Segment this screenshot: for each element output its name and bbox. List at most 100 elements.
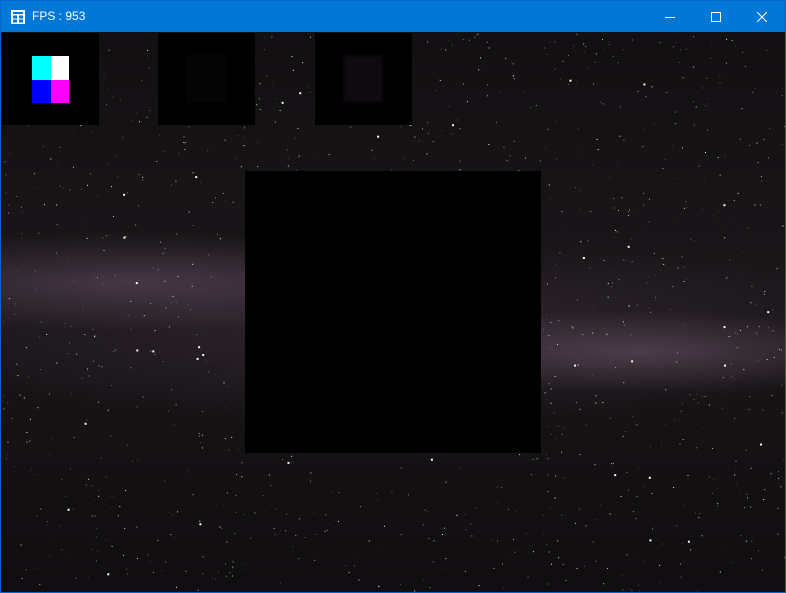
star <box>377 135 380 138</box>
star <box>148 67 150 69</box>
star <box>456 119 458 121</box>
star <box>683 266 685 268</box>
star <box>644 486 646 487</box>
star <box>204 265 206 266</box>
star <box>60 263 62 264</box>
star <box>424 509 426 511</box>
star <box>616 165 618 167</box>
star <box>731 319 733 321</box>
star <box>655 299 657 301</box>
star <box>250 537 252 539</box>
star <box>16 196 18 197</box>
star <box>693 66 695 68</box>
star <box>64 323 66 325</box>
star <box>772 330 774 332</box>
star <box>183 136 185 138</box>
star <box>544 148 546 150</box>
maximize-button[interactable] <box>693 1 739 32</box>
star <box>484 69 486 71</box>
star <box>546 544 548 546</box>
star <box>465 529 467 531</box>
star <box>237 448 239 450</box>
star <box>480 57 482 59</box>
star <box>728 336 730 337</box>
star <box>107 89 109 91</box>
star <box>513 78 515 80</box>
star <box>570 583 572 584</box>
window-controls <box>647 1 785 32</box>
star <box>11 418 13 419</box>
star <box>304 537 306 539</box>
star <box>682 147 684 149</box>
app-window-icon[interactable] <box>10 9 26 25</box>
star <box>96 528 98 530</box>
minimize-button[interactable] <box>647 1 693 32</box>
star <box>708 404 710 406</box>
star <box>34 135 36 137</box>
star <box>733 200 735 201</box>
star <box>607 568 609 569</box>
star <box>628 211 630 213</box>
star <box>722 377 724 379</box>
star <box>581 151 583 153</box>
star <box>177 511 178 513</box>
star <box>432 141 434 143</box>
star <box>173 536 175 538</box>
star <box>548 184 550 186</box>
star <box>154 354 156 356</box>
star <box>285 530 287 532</box>
star <box>441 130 443 132</box>
star <box>725 62 727 64</box>
title-bar[interactable]: FPS : 953 <box>1 1 785 32</box>
star <box>440 48 442 50</box>
star <box>687 540 690 543</box>
star <box>316 156 318 158</box>
star <box>462 39 464 40</box>
star <box>176 586 177 588</box>
star <box>475 34 477 36</box>
star <box>188 470 190 472</box>
star <box>87 368 88 370</box>
star <box>84 291 86 293</box>
star <box>497 501 499 503</box>
star <box>217 505 219 507</box>
star <box>272 82 274 84</box>
star <box>609 268 611 270</box>
star <box>666 92 668 93</box>
star <box>179 179 181 181</box>
close-button[interactable] <box>739 1 785 32</box>
star <box>536 458 538 460</box>
star <box>571 107 573 109</box>
star <box>337 520 339 522</box>
star <box>546 54 548 56</box>
star <box>93 532 95 534</box>
star <box>173 424 175 426</box>
star <box>275 508 277 510</box>
star <box>594 464 596 466</box>
star <box>215 197 216 199</box>
star <box>628 214 630 216</box>
star <box>97 277 98 279</box>
star <box>108 407 110 409</box>
star <box>427 41 428 43</box>
star <box>762 569 763 571</box>
star <box>672 312 674 314</box>
star <box>228 385 229 387</box>
star <box>780 486 782 488</box>
star <box>159 134 161 136</box>
star <box>142 176 144 178</box>
star <box>750 302 752 304</box>
star <box>130 367 132 369</box>
star <box>86 419 88 421</box>
star <box>591 481 593 483</box>
star <box>649 446 651 448</box>
star <box>719 74 721 76</box>
star <box>576 34 578 36</box>
star <box>597 232 599 234</box>
star <box>281 101 284 104</box>
render-viewport[interactable] <box>1 32 785 592</box>
star <box>288 165 290 167</box>
star <box>500 39 502 41</box>
star <box>757 162 759 164</box>
star <box>135 282 138 285</box>
